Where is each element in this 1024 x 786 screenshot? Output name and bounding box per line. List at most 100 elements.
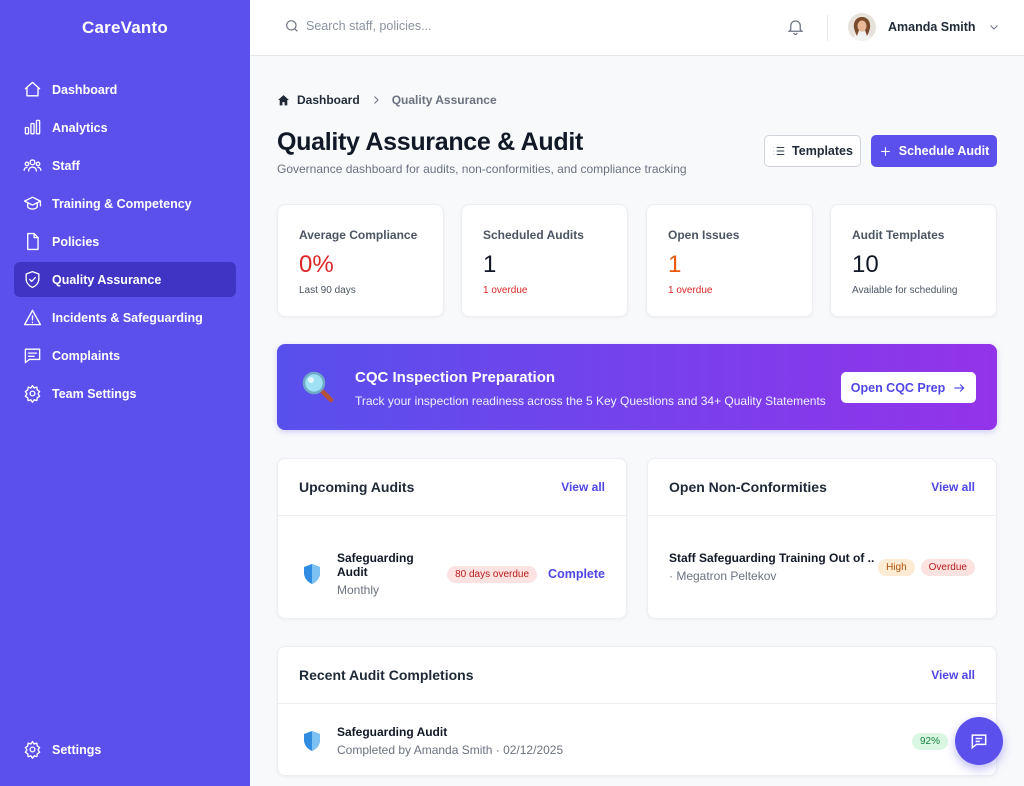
- stat-card-average-compliance: Average Compliance 0% Last 90 days: [277, 204, 444, 317]
- list-item[interactable]: Safeguarding Audit Monthly 80 days overd…: [302, 551, 605, 597]
- audit-name: Safeguarding Audit: [337, 551, 414, 579]
- audit-frequency: Monthly: [337, 583, 380, 597]
- bar-chart-icon: [22, 118, 42, 138]
- card-title: Recent Audit Completions: [299, 667, 474, 683]
- priority-badge: High: [878, 558, 915, 576]
- page-subtitle: Governance dashboard for audits, non-con…: [277, 162, 687, 176]
- stat-label: Audit Templates: [852, 228, 945, 242]
- gear-icon: [22, 740, 42, 760]
- bell-icon: [787, 20, 804, 35]
- search-icon: [286, 20, 298, 32]
- non-conformities-card: Open Non-Conformities View all Staff Saf…: [647, 458, 997, 619]
- chat-button[interactable]: [955, 717, 1003, 765]
- chevron-down-icon: [989, 25, 998, 30]
- templates-button[interactable]: Templates: [764, 135, 861, 167]
- stat-card-scheduled-audits: Scheduled Audits 1 1 overdue: [461, 204, 628, 317]
- home-icon: [278, 94, 289, 105]
- shield-icon: [304, 731, 320, 751]
- issue-owner: · Megatron Peltekov: [669, 569, 777, 583]
- chevron-right-icon: [373, 96, 379, 104]
- stat-card-open-issues: Open Issues 1 1 overdue: [646, 204, 813, 317]
- open-cqc-prep-button[interactable]: Open CQC Prep: [841, 372, 976, 403]
- stat-value: 1: [483, 251, 497, 278]
- sidebar-item-incidents[interactable]: Incidents & Safeguarding: [14, 300, 236, 335]
- topbar: Amanda Smith: [250, 0, 1024, 56]
- sidebar-item-team-settings[interactable]: Team Settings: [14, 376, 236, 411]
- user-name: Amanda Smith: [888, 20, 976, 34]
- stats-row: Average Compliance 0% Last 90 days Sched…: [277, 204, 997, 317]
- sidebar-item-complaints[interactable]: Complaints: [14, 338, 236, 373]
- stat-label: Scheduled Audits: [483, 228, 584, 242]
- sidebar-item-label: Team Settings: [52, 386, 137, 401]
- sidebar-item-staff[interactable]: Staff: [14, 148, 236, 183]
- sidebar-item-dashboard[interactable]: Dashboard: [14, 72, 236, 107]
- stat-note: Available for scheduling: [852, 285, 958, 296]
- sidebar-item-settings[interactable]: Settings: [14, 732, 236, 767]
- search-input[interactable]: [306, 19, 526, 33]
- arrow-right-icon: [954, 383, 965, 392]
- stat-card-audit-templates: Audit Templates 10 Available for schedul…: [830, 204, 997, 317]
- warning-icon: [22, 308, 42, 328]
- sidebar-item-policies[interactable]: Policies: [14, 224, 236, 259]
- sidebar-item-label: Quality Assurance: [52, 272, 162, 287]
- sidebar-item-analytics[interactable]: Analytics: [14, 110, 236, 145]
- cqc-banner: CQC Inspection Preparation Track your in…: [277, 344, 997, 430]
- avatar: [848, 13, 876, 41]
- overdue-badge: 80 days overdue: [447, 565, 538, 583]
- audit-info: Safeguarding Audit Monthly: [337, 551, 447, 597]
- list-icon: [773, 146, 785, 156]
- stat-value: 10: [852, 251, 879, 278]
- score-badge: 92%: [911, 732, 948, 750]
- schedule-audit-button[interactable]: Schedule Audit: [871, 135, 997, 167]
- breadcrumb: Dashboard Quality Assurance: [277, 93, 497, 107]
- sidebar-item-training[interactable]: Training & Competency: [14, 186, 236, 221]
- sidebar-item-label: Analytics: [52, 120, 108, 135]
- view-all-link[interactable]: View all: [931, 480, 975, 494]
- completion-info: Safeguarding Audit Completed by Amanda S…: [337, 725, 563, 757]
- stat-value: 1: [668, 251, 682, 278]
- card-title: Upcoming Audits: [299, 479, 415, 495]
- sidebar: CareVanto Dashboard Analytics Staff Trai…: [0, 0, 250, 786]
- sidebar-item-label: Staff: [52, 158, 80, 173]
- list-item[interactable]: Staff Safeguarding Training Out of ... ·…: [669, 551, 975, 583]
- sidebar-item-label: Incidents & Safeguarding: [52, 310, 203, 325]
- card-header: Recent Audit Completions View all: [278, 647, 996, 704]
- sidebar-item-label: Complaints: [52, 348, 121, 363]
- completion-meta: Completed by Amanda Smith · 02/12/2025: [337, 743, 564, 757]
- stat-note: 1 overdue: [483, 285, 528, 296]
- brand-logo[interactable]: CareVanto: [0, 0, 250, 56]
- home-icon: [22, 80, 42, 100]
- view-all-link[interactable]: View all: [931, 668, 975, 682]
- stat-label: Open Issues: [668, 228, 740, 242]
- search-bar: [284, 18, 526, 34]
- complete-button[interactable]: Complete: [548, 567, 605, 581]
- sidebar-item-quality-assurance[interactable]: Quality Assurance: [14, 262, 236, 297]
- list-item[interactable]: Safeguarding Audit Completed by Amanda S…: [302, 725, 975, 757]
- shield-icon: [304, 564, 320, 584]
- audit-name: Safeguarding Audit: [337, 725, 448, 739]
- page-title: Quality Assurance & Audit: [277, 128, 583, 156]
- divider: [827, 15, 828, 41]
- users-icon: [22, 156, 42, 176]
- breadcrumb-current: Quality Assurance: [391, 93, 497, 107]
- sidebar-nav: Dashboard Analytics Staff Training & Com…: [14, 72, 236, 414]
- card-title: Open Non-Conformities: [669, 479, 827, 495]
- card-header: Open Non-Conformities View all: [648, 459, 996, 516]
- breadcrumb-dashboard[interactable]: Dashboard: [297, 93, 360, 107]
- banner-subtitle: Track your inspection readiness across t…: [355, 394, 826, 408]
- graduation-cap-icon: [22, 194, 42, 214]
- issue-title: Staff Safeguarding Training Out of ...: [669, 551, 874, 565]
- gear-icon: [22, 384, 42, 404]
- stat-label: Average Compliance: [299, 228, 418, 242]
- recent-completions-card: Recent Audit Completions View all Safegu…: [277, 646, 997, 776]
- sidebar-item-label: Training & Competency: [52, 196, 192, 211]
- stat-value: 0%: [299, 251, 334, 278]
- document-icon: [22, 232, 42, 252]
- user-menu[interactable]: Amanda Smith: [848, 13, 1000, 41]
- notifications-button[interactable]: [786, 17, 806, 37]
- view-all-link[interactable]: View all: [561, 480, 605, 494]
- magnifier-icon: [302, 371, 334, 403]
- stat-note: Last 90 days: [299, 285, 356, 296]
- sidebar-item-label: Settings: [52, 742, 102, 757]
- templates-button-label: Templates: [792, 144, 853, 158]
